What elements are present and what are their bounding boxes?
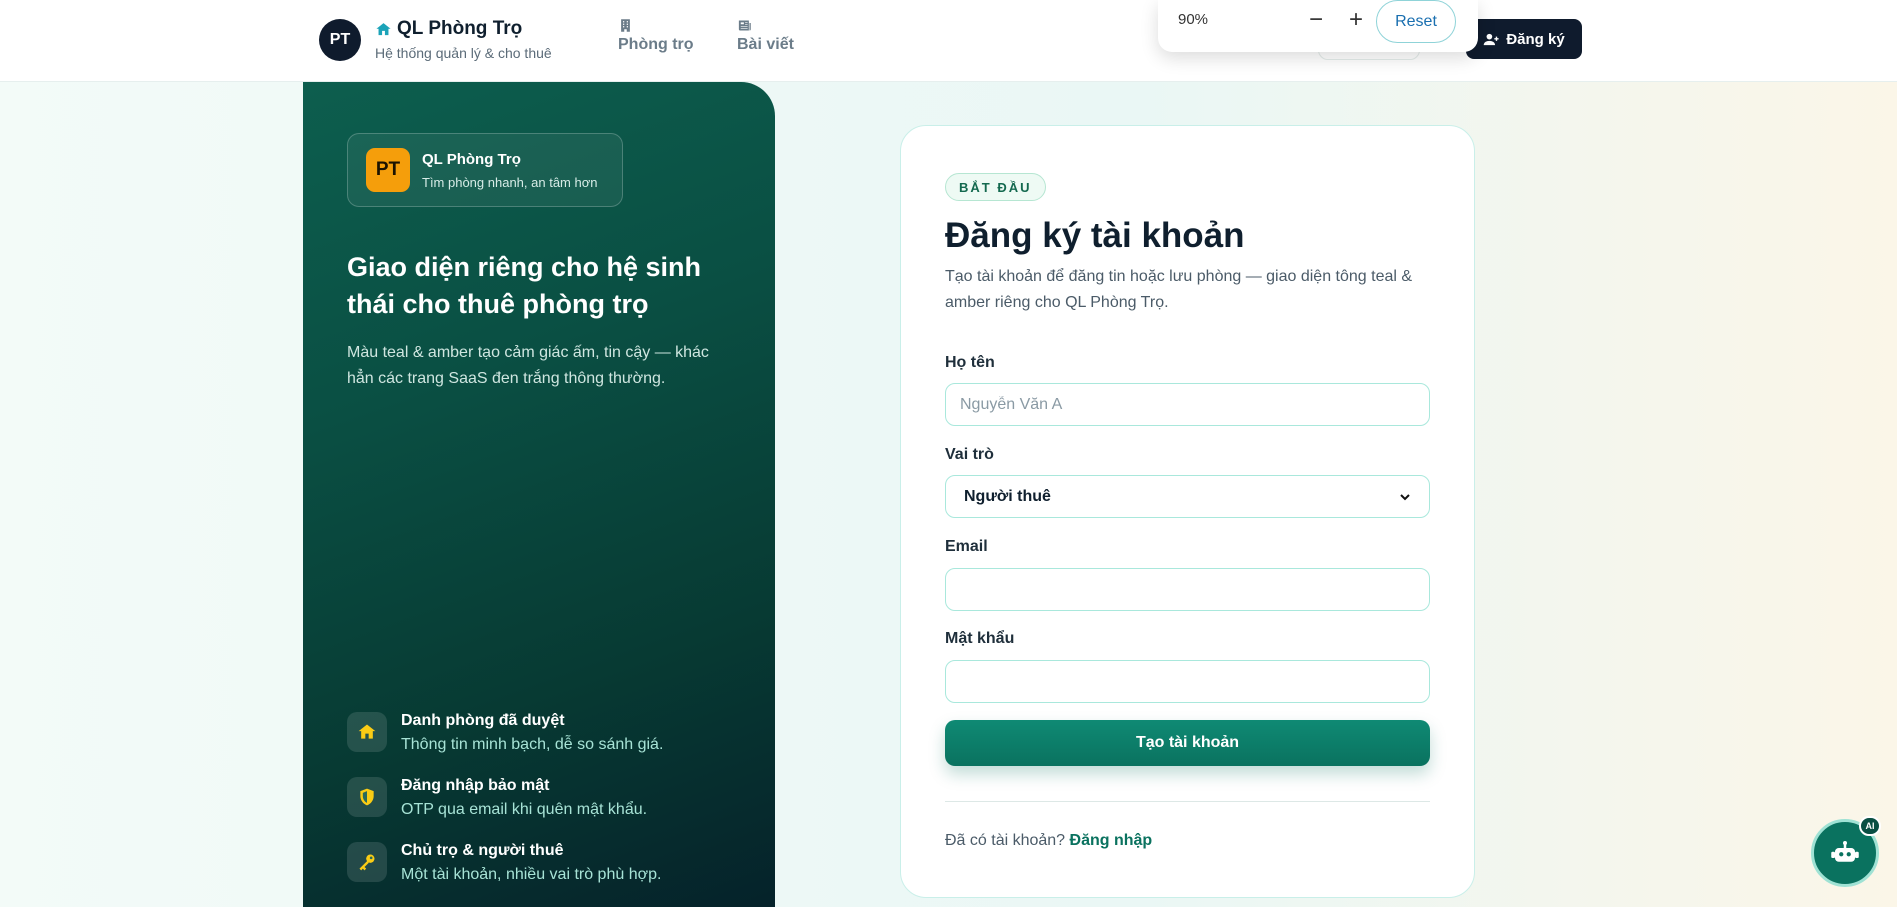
email-label: Email	[945, 538, 988, 555]
login-prompt-text: Đã có tài khoản?	[945, 832, 1066, 849]
feature-text: Chủ trọ & người thuê Một tài khoản, nhiề…	[401, 842, 661, 884]
hero-card-title: QL Phòng Trọ	[422, 150, 521, 168]
email-input[interactable]	[945, 568, 1430, 611]
feature-subtitle: OTP qua email khi quên mật khẩu.	[401, 801, 648, 818]
robot-icon	[1831, 841, 1859, 862]
hero-card-subtitle: Tìm phòng nhanh, an tâm hơn	[422, 174, 598, 190]
feature-subtitle: Thông tin minh bạch, dễ so sánh giá.	[401, 736, 664, 753]
register-button[interactable]: Đăng ký	[1466, 19, 1582, 59]
divider	[945, 801, 1430, 802]
role-select-value: Người thuê	[964, 487, 1051, 505]
hero-card-text: QL Phòng Trọ Tìm phòng nhanh, an tâm hơn	[422, 151, 597, 190]
register-form-card: BẮT ĐẦU Đăng ký tài khoản Tạo tài khoản …	[900, 125, 1475, 898]
role-label: Vai trò	[945, 446, 994, 463]
password-input[interactable]	[945, 660, 1430, 703]
brand[interactable]: PT QL Phòng Trọ Hệ thống quản lý & cho t…	[319, 18, 552, 61]
zoom-level: 90%	[1178, 11, 1209, 28]
top-navbar: PT QL Phòng Trọ Hệ thống quản lý & cho t…	[0, 0, 1897, 82]
brand-title: QL Phòng Trọ	[375, 18, 552, 40]
brand-text: QL Phòng Trọ Hệ thống quản lý & cho thuê	[375, 18, 552, 61]
user-plus-icon	[1484, 33, 1499, 45]
ai-badge: AI	[1859, 816, 1881, 836]
feature-icon-box	[347, 842, 387, 882]
create-account-button[interactable]: Tạo tài khoản	[945, 720, 1430, 766]
hero-brand-card: PT QL Phòng Trọ Tìm phòng nhanh, an tâm …	[347, 133, 623, 207]
name-label: Họ tên	[945, 354, 995, 371]
zoom-reset-button[interactable]: Reset	[1376, 0, 1456, 43]
nav-posts-label: Bài viết	[737, 36, 794, 53]
brand-logo: PT	[319, 18, 361, 61]
hero-heading: Giao diện riêng cho hệ sinh thái cho thu…	[347, 252, 702, 319]
feature-item: Chủ trọ & người thuê Một tài khoản, nhiề…	[347, 842, 661, 884]
start-badge: BẮT ĐẦU	[945, 173, 1046, 201]
nav-rooms-label: Phòng trọ	[618, 36, 694, 53]
feature-title: Danh phòng đã duyệt	[401, 712, 565, 729]
brand-subtitle: Hệ thống quản lý & cho thuê	[375, 45, 552, 61]
feature-icon-box	[347, 712, 387, 752]
feature-text: Danh phòng đã duyệt Thông tin minh bạch,…	[401, 712, 663, 754]
feature-title: Chủ trọ & người thuê	[401, 842, 564, 859]
role-select[interactable]: Người thuê	[945, 475, 1430, 518]
feature-icon-box	[347, 777, 387, 817]
home-icon	[376, 22, 391, 35]
nav-rooms[interactable]: Phòng trọ	[618, 18, 694, 54]
chatbot-button[interactable]: AI	[1811, 816, 1881, 887]
feature-text: Đăng nhập bảo mật OTP qua email khi quên…	[401, 777, 647, 819]
key-icon	[359, 854, 375, 871]
feature-subtitle: Một tài khoản, nhiều vai trò phù hợp.	[401, 866, 662, 883]
form-title: Đăng ký tài khoản	[945, 216, 1245, 255]
zoom-in-button[interactable]: +	[1344, 6, 1368, 34]
home-icon	[358, 724, 376, 739]
hero-logo: PT	[366, 148, 410, 192]
hero-panel: PT QL Phòng Trọ Tìm phòng nhanh, an tâm …	[303, 82, 775, 907]
feature-item: Danh phòng đã duyệt Thông tin minh bạch,…	[347, 712, 663, 754]
password-label: Mật khẩu	[945, 630, 1015, 647]
zoom-out-button[interactable]: −	[1304, 6, 1328, 34]
chevron-down-icon	[1400, 493, 1410, 500]
login-prompt: Đã có tài khoản? Đăng nhập	[945, 832, 1152, 850]
building-icon	[621, 19, 630, 32]
hero-description: Màu teal & amber tạo cảm giác ấm, tin cậ…	[347, 344, 709, 387]
brand-title-text: QL Phòng Trọ	[397, 18, 523, 39]
form-description: Tạo tài khoản để đăng tin hoặc lưu phòng…	[945, 268, 1413, 311]
register-button-label: Đăng ký	[1506, 30, 1565, 48]
nav-posts[interactable]: Bài viết	[737, 18, 794, 54]
newspaper-icon	[738, 20, 751, 31]
feature-title: Đăng nhập bảo mật	[401, 777, 550, 794]
zoom-popup: 90% − + Reset	[1158, 0, 1478, 52]
name-input[interactable]	[945, 383, 1430, 426]
feature-item: Đăng nhập bảo mật OTP qua email khi quên…	[347, 777, 647, 819]
shield-icon	[360, 788, 374, 806]
login-link[interactable]: Đăng nhập	[1070, 832, 1153, 849]
